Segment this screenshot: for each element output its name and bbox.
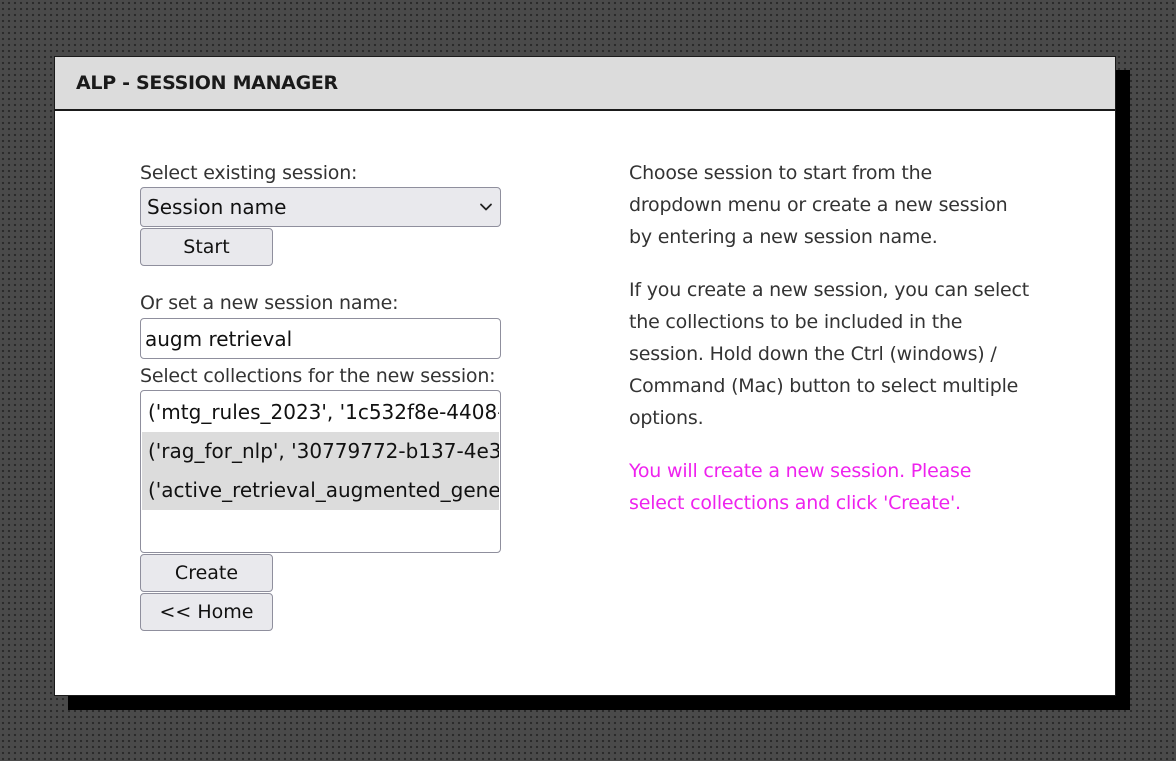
- new-session-label: Or set a new session name:: [140, 292, 399, 314]
- collection-option[interactable]: ('active_retrieval_augmented_generati: [142, 471, 499, 510]
- session-select-value: Session name: [147, 195, 287, 219]
- collection-option[interactable]: ('rag_for_nlp', '30779772-b137-4e31-: [142, 432, 499, 471]
- help-paragraph-dropdown: Choose session to start from the dropdow…: [629, 162, 1008, 248]
- home-button[interactable]: << Home: [140, 593, 273, 631]
- help-panel: Choose session to start from the dropdow…: [629, 157, 1029, 540]
- session-manager-window: ALP - SESSION MANAGER Select existing se…: [54, 56, 1116, 696]
- collection-option[interactable]: ('mtg_rules_2023', '1c532f8e-4408-4f: [142, 393, 499, 432]
- existing-session-label: Select existing session:: [140, 162, 358, 184]
- session-form: Select existing session: Session name St…: [140, 161, 502, 631]
- create-button[interactable]: Create: [140, 554, 273, 592]
- title-bar: ALP - SESSION MANAGER: [55, 57, 1115, 111]
- new-session-name-input[interactable]: [140, 318, 501, 359]
- collections-label: Select collections for the new session:: [140, 365, 496, 387]
- start-button[interactable]: Start: [140, 228, 273, 266]
- chevron-down-icon: [478, 199, 494, 215]
- help-paragraph-collections: If you create a new session, you can sel…: [629, 279, 1030, 429]
- collections-multiselect[interactable]: ('mtg_rules_2023', '1c532f8e-4408-4f ('r…: [140, 390, 501, 553]
- status-message: You will create a new session. Please se…: [629, 460, 972, 514]
- session-select[interactable]: Session name: [140, 187, 501, 227]
- window-title: ALP - SESSION MANAGER: [76, 72, 338, 94]
